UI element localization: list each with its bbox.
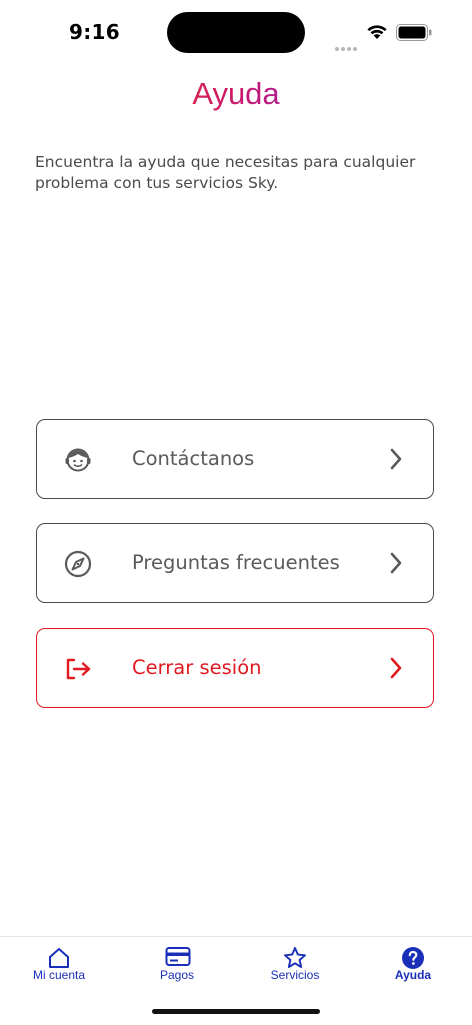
logout-label: Cerrar sesión bbox=[132, 656, 262, 679]
chevron-right-icon bbox=[390, 657, 402, 679]
tab-ayuda[interactable]: Ayuda bbox=[354, 937, 472, 997]
chevron-right-icon bbox=[390, 552, 402, 574]
tab-servicios[interactable]: Servicios bbox=[236, 937, 354, 997]
chevron-right-icon bbox=[390, 448, 402, 470]
tab-mi-cuenta[interactable]: Mi cuenta bbox=[0, 937, 118, 997]
faq-button[interactable]: Preguntas frecuentes bbox=[36, 523, 434, 603]
compass-icon bbox=[64, 550, 92, 578]
tab-label: Pagos bbox=[159, 968, 195, 982]
faq-label: Preguntas frecuentes bbox=[132, 551, 340, 574]
dynamic-island bbox=[167, 12, 305, 53]
cellular-signal-icon bbox=[335, 36, 359, 55]
page-title: Ayuda bbox=[0, 76, 472, 112]
credit-card-icon bbox=[165, 947, 191, 966]
headset-agent-icon bbox=[65, 448, 91, 472]
tab-label: Servicios bbox=[270, 968, 320, 982]
home-indicator[interactable] bbox=[152, 1009, 320, 1014]
home-icon bbox=[49, 948, 69, 968]
logout-icon bbox=[66, 658, 91, 680]
status-time: 9:16 bbox=[69, 20, 120, 44]
logout-button[interactable]: Cerrar sesión bbox=[36, 628, 434, 708]
status-bar: 9:16 bbox=[0, 0, 472, 62]
wifi-icon bbox=[367, 25, 387, 39]
contact-us-button[interactable]: Contáctanos bbox=[36, 419, 434, 499]
contact-us-label: Contáctanos bbox=[132, 447, 255, 470]
tab-pagos[interactable]: Pagos bbox=[118, 937, 236, 997]
tab-label: Ayuda bbox=[394, 968, 432, 982]
help-description: Encuentra la ayuda que necesitas para cu… bbox=[35, 153, 416, 192]
tab-label: Mi cuenta bbox=[32, 968, 86, 982]
help-circle-icon bbox=[402, 947, 424, 969]
battery-icon bbox=[396, 24, 432, 41]
star-icon bbox=[284, 947, 306, 968]
